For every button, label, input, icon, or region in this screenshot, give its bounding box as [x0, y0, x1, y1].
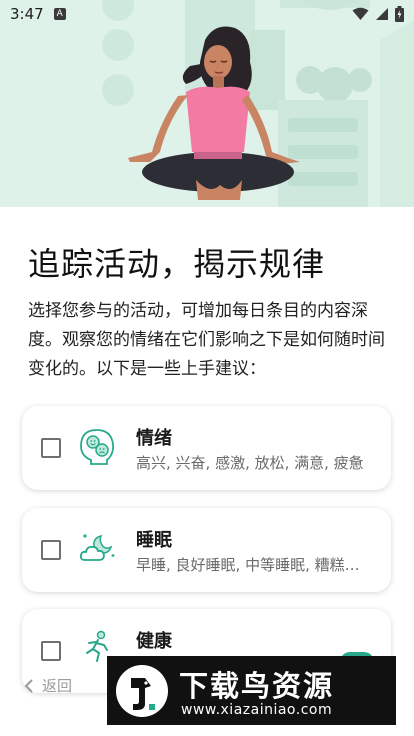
- notification-icon: A: [53, 8, 66, 20]
- sleep-checkbox[interactable]: [41, 540, 61, 560]
- watermark-url: www.xiazainiao.com: [181, 702, 333, 718]
- page-description: 选择您参与的活动，可增加每日条目的内容深度。观察您的情绪在它们影响之下是如何随时…: [28, 301, 385, 379]
- battery-icon: [395, 6, 404, 22]
- sleep-subtitle: 早睡, 良好睡眠, 中等睡眠, 糟糕睡眠: [136, 556, 368, 574]
- meditating-woman-illustration: [0, 0, 414, 207]
- chevron-left-icon: [24, 678, 33, 693]
- health-checkbox[interactable]: [41, 641, 61, 661]
- mood-title: 情绪: [136, 428, 172, 449]
- back-label: 返回: [42, 677, 73, 695]
- back-button[interactable]: 返回: [24, 675, 72, 696]
- mood-faces-icon: [80, 429, 115, 465]
- activity-card-sleep[interactable]: 睡眠 早睡, 良好睡眠, 中等睡眠, 糟糕睡眠: [22, 508, 391, 592]
- status-right: [352, 6, 404, 22]
- status-bar: 3:47 A: [0, 0, 414, 28]
- watermark-title: 下载鸟资源: [179, 669, 335, 703]
- wifi-icon: [352, 7, 369, 20]
- signal-icon: [376, 8, 388, 20]
- status-left: 3:47 A: [10, 5, 66, 23]
- health-title: 健康: [136, 631, 172, 652]
- sleep-title: 睡眠: [136, 530, 172, 551]
- hero-illustration: [0, 0, 414, 207]
- page-title: 追踪活动，揭示规律: [28, 245, 326, 283]
- activity-card-mood[interactable]: 情绪 高兴, 兴奋, 感激, 放松, 满意, 疲惫: [22, 406, 391, 490]
- status-time: 3:47: [10, 5, 44, 23]
- watermark-banner: 下载鸟资源 www.xiazainiao.com: [107, 656, 396, 725]
- sleep-moon-cloud-icon: [79, 534, 115, 561]
- watermark-logo-icon: [116, 665, 168, 717]
- mood-subtitle: 高兴, 兴奋, 感激, 放松, 满意, 疲惫: [136, 454, 364, 472]
- mood-checkbox[interactable]: [41, 438, 61, 458]
